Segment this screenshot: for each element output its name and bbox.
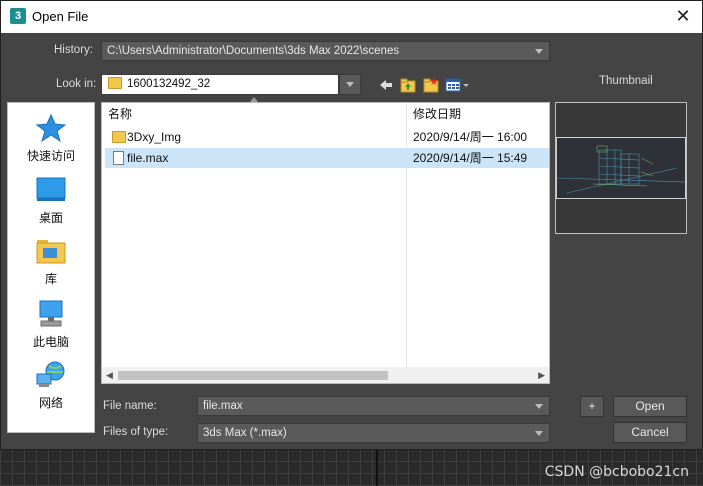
back-arrow-icon[interactable] [377, 76, 395, 94]
place-library[interactable]: 库 [8, 236, 94, 287]
horizontal-scrollbar[interactable]: ◀ ▶ [102, 367, 549, 383]
file-type-select[interactable]: 3ds Max (*.max) [197, 423, 550, 443]
scroll-left-icon[interactable]: ◀ [106, 370, 113, 381]
file-icon [113, 151, 124, 165]
file-name-input[interactable]: file.max [197, 396, 550, 416]
list-item-date: 2020/9/14/周一 16:00 [413, 130, 528, 144]
scrollbar-thumb[interactable] [118, 371, 388, 380]
star-icon [35, 113, 67, 143]
viewport-axis [376, 449, 378, 486]
place-network[interactable]: 网络 [8, 360, 94, 411]
place-quick-access[interactable]: 快速访问 [8, 113, 94, 164]
network-icon [36, 361, 65, 387]
list-item-name: 3Dxy_Img [127, 130, 182, 144]
open-button[interactable]: Open [613, 396, 687, 417]
file-name-value: file.max [203, 400, 243, 412]
up-folder-icon[interactable] [399, 76, 417, 94]
history-combo[interactable]: C:\Users\Administrator\Documents\3ds Max… [101, 41, 550, 61]
file-type-label: Files of type: [103, 426, 169, 438]
look-in-label: Look in: [56, 78, 97, 90]
list-item-date: 2020/9/14/周一 15:49 [413, 151, 528, 165]
view-menu-icon[interactable] [445, 76, 471, 94]
chevron-down-icon [535, 49, 543, 54]
look-in-value: 1600132492_32 [127, 78, 211, 90]
folder-icon [112, 131, 126, 143]
scroll-right-icon[interactable]: ▶ [538, 370, 545, 381]
place-desktop[interactable]: 桌面 [8, 175, 94, 226]
app-icon: 3 [10, 8, 26, 24]
title-bar: 3 Open File ✕ [1, 1, 702, 33]
column-header-name[interactable]: 名称 [108, 103, 406, 125]
chevron-down-icon [535, 431, 543, 436]
window-title: Open File [32, 9, 89, 24]
new-folder-icon[interactable] [422, 76, 440, 94]
close-button[interactable]: ✕ [672, 5, 694, 27]
list-item-name: file.max [127, 151, 169, 165]
place-label: 网络 [38, 396, 63, 410]
folder-icon [108, 76, 122, 89]
place-label: 快速访问 [26, 149, 75, 163]
plus-button[interactable]: + [580, 396, 604, 417]
thumbnail-image [556, 137, 686, 199]
history-label: History: [54, 44, 93, 56]
library-icon [36, 240, 66, 264]
file-type-value: 3ds Max (*.max) [203, 427, 287, 439]
list-item[interactable]: 3Dxy_Img 2020/9/14/周一 16:00 [105, 127, 549, 147]
column-header-date[interactable]: 修改日期 [413, 103, 551, 125]
file-name-label: File name: [103, 400, 157, 412]
desktop-icon [36, 177, 66, 201]
place-this-pc[interactable]: 此电脑 [8, 299, 94, 350]
computer-icon [39, 300, 63, 327]
thumbnail-preview [555, 102, 687, 234]
place-label: 桌面 [38, 211, 63, 225]
chevron-down-icon [346, 82, 354, 87]
places-bar: 快速访问 桌面 库 此电脑 网络 [7, 102, 95, 433]
place-label: 此电脑 [32, 335, 69, 349]
place-label: 库 [44, 272, 57, 286]
file-list[interactable]: 名称 修改日期 3Dxy_Img 2020/9/14/周一 16:00 file… [101, 102, 550, 384]
watermark: CSDN @bcbobo21cn [544, 464, 689, 480]
chevron-down-icon [535, 404, 543, 409]
history-value: C:\Users\Administrator\Documents\3ds Max… [107, 45, 400, 57]
building-wireframe-icon [557, 145, 685, 194]
look-in-dropdown-button[interactable] [339, 74, 361, 95]
thumbnail-label: Thumbnail [599, 75, 653, 87]
look-in-combo[interactable]: 1600132492_32 [101, 74, 339, 95]
list-item[interactable]: file.max 2020/9/14/周一 15:49 [105, 148, 549, 168]
cancel-button[interactable]: Cancel [613, 422, 687, 443]
open-file-dialog: 3 Open File ✕ History: C:\Users\Administ… [0, 0, 703, 450]
